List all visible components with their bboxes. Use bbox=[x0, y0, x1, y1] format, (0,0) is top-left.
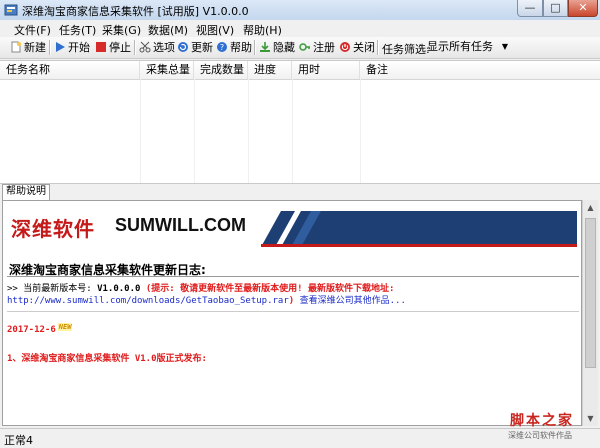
menu-task[interactable]: 任务(T) bbox=[59, 22, 96, 38]
title-bar[interactable]: 深维淘宝商家信息采集软件 [试用版] V1.0.0.0 — □ ✕ bbox=[0, 0, 600, 21]
window-title: 深维淘宝商家信息采集软件 [试用版] V1.0.0.0 bbox=[22, 5, 249, 18]
column-time[interactable]: 用时 bbox=[292, 61, 360, 79]
menu-data[interactable]: 数据(M) bbox=[148, 22, 188, 38]
help-button[interactable]: ? 帮助 bbox=[216, 39, 252, 56]
close-app-button[interactable]: 关闭 bbox=[339, 39, 375, 56]
status-text: 正常4 bbox=[4, 434, 33, 447]
task-filter-dropdown[interactable]: 显示所有任务 ▼ bbox=[424, 39, 510, 56]
banner-stripes bbox=[261, 211, 577, 247]
column-divider bbox=[194, 79, 195, 183]
toolbar-separator bbox=[49, 40, 51, 55]
download-line: http://www.sumwill.com/downloads/GetTaob… bbox=[7, 296, 406, 306]
menu-help[interactable]: 帮助(H) bbox=[243, 22, 282, 38]
task-list[interactable]: 任务名称 采集总量 完成数量 进度 用时 备注 bbox=[0, 60, 600, 184]
stop-icon bbox=[96, 42, 106, 52]
scroll-up-icon[interactable]: ▲ bbox=[583, 200, 598, 215]
column-total[interactable]: 采集总量 bbox=[140, 61, 194, 79]
new-document-icon bbox=[11, 41, 21, 53]
task-filter-label: 任务筛选: bbox=[382, 43, 430, 56]
toolbar-separator bbox=[134, 40, 136, 55]
new-badge: NEW bbox=[57, 323, 73, 331]
toolbar-separator bbox=[254, 40, 256, 55]
brand-logo-en: SUMWILL.COM bbox=[115, 215, 246, 235]
download-link[interactable]: http://www.sumwill.com/downloads/GetTaob… bbox=[7, 296, 289, 306]
other-works-link[interactable]: 查看深维公司其他作品... bbox=[300, 296, 406, 306]
stop-button[interactable]: 停止 bbox=[95, 39, 131, 56]
menu-view[interactable]: 视图(V) bbox=[196, 22, 234, 38]
app-icon bbox=[4, 4, 18, 16]
options-button[interactable]: 选项 bbox=[139, 39, 175, 56]
download-icon bbox=[260, 42, 270, 52]
brand-logo-cn: 深维软件 bbox=[11, 217, 95, 241]
key-icon bbox=[299, 43, 310, 51]
column-divider bbox=[140, 79, 141, 183]
register-button[interactable]: 注册 bbox=[299, 39, 335, 56]
menu-collect[interactable]: 采集(G) bbox=[102, 22, 141, 38]
dropdown-arrow-icon: ▼ bbox=[501, 42, 508, 51]
divider bbox=[7, 311, 579, 312]
menu-bar: 文件(F) 任务(T) 采集(G) 数据(M) 视图(V) 帮助(H) bbox=[0, 20, 600, 37]
minimize-button[interactable]: — bbox=[517, 0, 543, 17]
column-divider bbox=[360, 79, 361, 183]
column-remarks[interactable]: 备注 bbox=[360, 61, 600, 79]
column-task-name[interactable]: 任务名称 bbox=[0, 61, 140, 79]
power-icon bbox=[340, 42, 350, 52]
release-note: 1、深维淘宝商家信息采集软件 V1.0版正式发布: bbox=[7, 354, 207, 364]
scroll-down-icon[interactable]: ▼ bbox=[583, 411, 598, 426]
scissors-icon bbox=[139, 41, 151, 53]
column-divider bbox=[292, 79, 293, 183]
divider bbox=[7, 276, 579, 277]
document-scrollbar[interactable]: ▲ ▼ bbox=[582, 200, 598, 426]
start-button[interactable]: 开始 bbox=[54, 39, 90, 56]
watermark-caption: 深维公司软件作品 bbox=[508, 431, 572, 440]
menu-file[interactable]: 文件(F) bbox=[14, 22, 51, 38]
watermark-logo: 脚本之家 bbox=[510, 413, 574, 429]
tab-help[interactable]: 帮助说明 bbox=[2, 184, 50, 200]
maximize-button[interactable]: □ bbox=[543, 0, 568, 17]
task-list-header: 任务名称 采集总量 完成数量 进度 用时 备注 bbox=[0, 61, 600, 80]
help-tab-strip: 帮助说明 bbox=[0, 184, 600, 200]
update-button[interactable]: 更新 bbox=[177, 39, 213, 56]
hide-button[interactable]: 隐藏 bbox=[259, 39, 295, 56]
app-window: 深维淘宝商家信息采集软件 [试用版] V1.0.0.0 — □ ✕ 文件(F) … bbox=[0, 0, 600, 448]
release-date: 2017-12-6 NEW bbox=[7, 323, 73, 335]
column-progress[interactable]: 进度 bbox=[248, 61, 292, 79]
play-icon bbox=[56, 42, 65, 52]
toolbar-separator bbox=[377, 40, 379, 55]
help-document[interactable]: 深维软件 SUMWILL.COM 深维淘宝商家信息采集软件更新日志: >> 当前… bbox=[2, 200, 582, 426]
help-icon: ? bbox=[217, 42, 227, 52]
refresh-icon bbox=[178, 42, 188, 52]
toolbar: 新建 开始 停止 选项 更新 ? 帮助 隐藏 注册 关闭 任务筛选: bbox=[0, 37, 600, 59]
brand-banner: 深维软件 SUMWILL.COM bbox=[9, 205, 577, 251]
svg-text:?: ? bbox=[220, 43, 224, 52]
column-completed[interactable]: 完成数量 bbox=[194, 61, 248, 79]
task-filter-value: 显示所有任务 bbox=[427, 40, 493, 53]
scroll-thumb[interactable] bbox=[585, 218, 596, 368]
column-divider bbox=[248, 79, 249, 183]
new-button[interactable]: 新建 bbox=[10, 39, 46, 56]
close-button[interactable]: ✕ bbox=[568, 0, 598, 17]
